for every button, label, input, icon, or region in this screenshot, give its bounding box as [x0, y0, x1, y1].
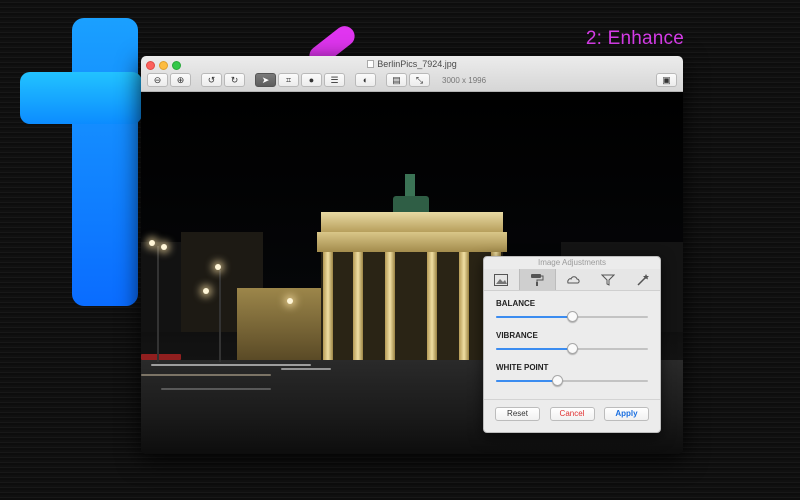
magic-wand-icon [637, 273, 649, 286]
image-icon [494, 273, 509, 286]
photo-gate-beam [317, 232, 507, 252]
street-lamp [287, 298, 293, 304]
street-lamp-pole [219, 270, 221, 362]
shape-tool-button[interactable]: ● [301, 73, 322, 87]
vibrance-slider-block: VIBRANCE [496, 331, 648, 355]
select-arrow-icon: ➤ [261, 74, 270, 85]
adjust-sliders-icon: ☰ [330, 74, 339, 85]
street-lamp [149, 240, 155, 246]
light-streak [281, 368, 331, 370]
photo-gate-column [459, 252, 469, 360]
toolbox-icon: ▤ [392, 74, 401, 85]
vibrance-slider[interactable] [496, 343, 648, 355]
light-streak [141, 374, 271, 376]
white-point-slider[interactable] [496, 375, 648, 387]
photo-quadriga [405, 174, 415, 198]
cancel-button[interactable]: Cancel [549, 407, 595, 421]
logo-horizontal-bar [20, 72, 142, 124]
street-lamp [161, 244, 167, 250]
adjust-button[interactable]: ☰ [324, 73, 345, 87]
photo-gate-column [353, 252, 363, 360]
save-button[interactable]: ▣ [656, 73, 677, 87]
crop-tool-button[interactable]: ⌗ [278, 73, 299, 87]
effects-icon: ◐ [362, 74, 369, 85]
panel-tabs [484, 269, 660, 291]
effects-button[interactable]: ◐ [355, 73, 376, 87]
slider-thumb[interactable] [551, 375, 563, 386]
photo-gate-column [323, 252, 333, 360]
rotate-right-icon: ↻ [230, 74, 239, 85]
save-icon: ▣ [662, 74, 671, 85]
tab-magic-wand[interactable] [625, 269, 660, 290]
photo-gate-column [385, 252, 395, 360]
ellipse-icon: ● [308, 74, 315, 85]
zoom-in-button[interactable]: ⊕ [170, 73, 191, 87]
logo-vertical-bar [72, 18, 138, 306]
photo-gate-column [427, 252, 437, 360]
titlebar: BerlinPics_7924.jpg ⊖ ⊕ ↺ ↻ ➤ ⌗ ● ☰ ◐ ▤ … [141, 56, 683, 92]
zoom-out-button[interactable]: ⊖ [147, 73, 168, 87]
toolbar: ⊖ ⊕ ↺ ↻ ➤ ⌗ ● ☰ ◐ ▤ ⤡ 3000 x 1996 ▣ [147, 72, 677, 88]
photo-gate-body [321, 252, 503, 360]
rotate-left-button[interactable]: ↺ [201, 73, 222, 87]
vibrance-label: VIBRANCE [496, 331, 538, 340]
document-title: BerlinPics_7924.jpg [141, 59, 683, 69]
slider-fill [496, 348, 572, 350]
crop-icon: ⌗ [285, 74, 292, 85]
slider-thumb[interactable] [567, 343, 578, 354]
rotate-right-button[interactable]: ↻ [224, 73, 245, 87]
rotate-left-icon: ↺ [207, 74, 216, 85]
light-streak [161, 388, 271, 390]
document-title-text: BerlinPics_7924.jpg [377, 59, 457, 69]
resize-icon: ⤡ [415, 74, 424, 85]
image-adjustments-panel: Image Adjustments BALANCE VIBRANCE WHITE… [483, 256, 661, 433]
resize-button[interactable]: ⤡ [409, 73, 430, 87]
white-point-label: WHITE POINT [496, 363, 549, 372]
street-lamp [203, 288, 209, 294]
panel-buttons: Reset Cancel Apply [495, 407, 649, 421]
reset-button[interactable]: Reset [495, 407, 540, 421]
slider-fill [496, 316, 572, 318]
tab-image[interactable] [484, 269, 519, 290]
apply-button[interactable]: Apply [604, 407, 649, 421]
paint-roller-icon [531, 274, 544, 286]
light-streak [141, 354, 181, 360]
slider-fill [496, 380, 557, 382]
zoom-in-icon: ⊕ [176, 74, 185, 85]
panel-divider [484, 399, 660, 400]
image-dimensions: 3000 x 1996 [442, 75, 487, 85]
select-tool-button[interactable]: ➤ [255, 73, 276, 87]
document-icon [367, 60, 375, 68]
headline: 2: Enhance [585, 28, 684, 49]
tab-filter[interactable] [590, 269, 625, 290]
tab-paint-roller[interactable] [518, 269, 556, 290]
balance-label: BALANCE [496, 299, 536, 308]
filter-icon [600, 274, 615, 286]
photo-gate-attic [321, 212, 503, 232]
balance-slider[interactable] [496, 311, 648, 323]
panel-title: Image Adjustments [537, 258, 607, 267]
street-lamp-pole [157, 246, 159, 362]
drop-icon [567, 275, 580, 283]
slider-thumb[interactable] [567, 311, 578, 322]
light-streak [151, 364, 311, 366]
photo-gate-wing [237, 288, 321, 360]
zoom-out-icon: ⊖ [153, 74, 162, 85]
white-point-slider-block: WHITE POINT [496, 363, 648, 387]
street-lamp [215, 264, 221, 270]
photo-building [141, 242, 181, 332]
tab-drop[interactable] [556, 269, 591, 290]
toolbox-button[interactable]: ▤ [386, 73, 407, 87]
balance-slider-block: BALANCE [496, 299, 648, 323]
